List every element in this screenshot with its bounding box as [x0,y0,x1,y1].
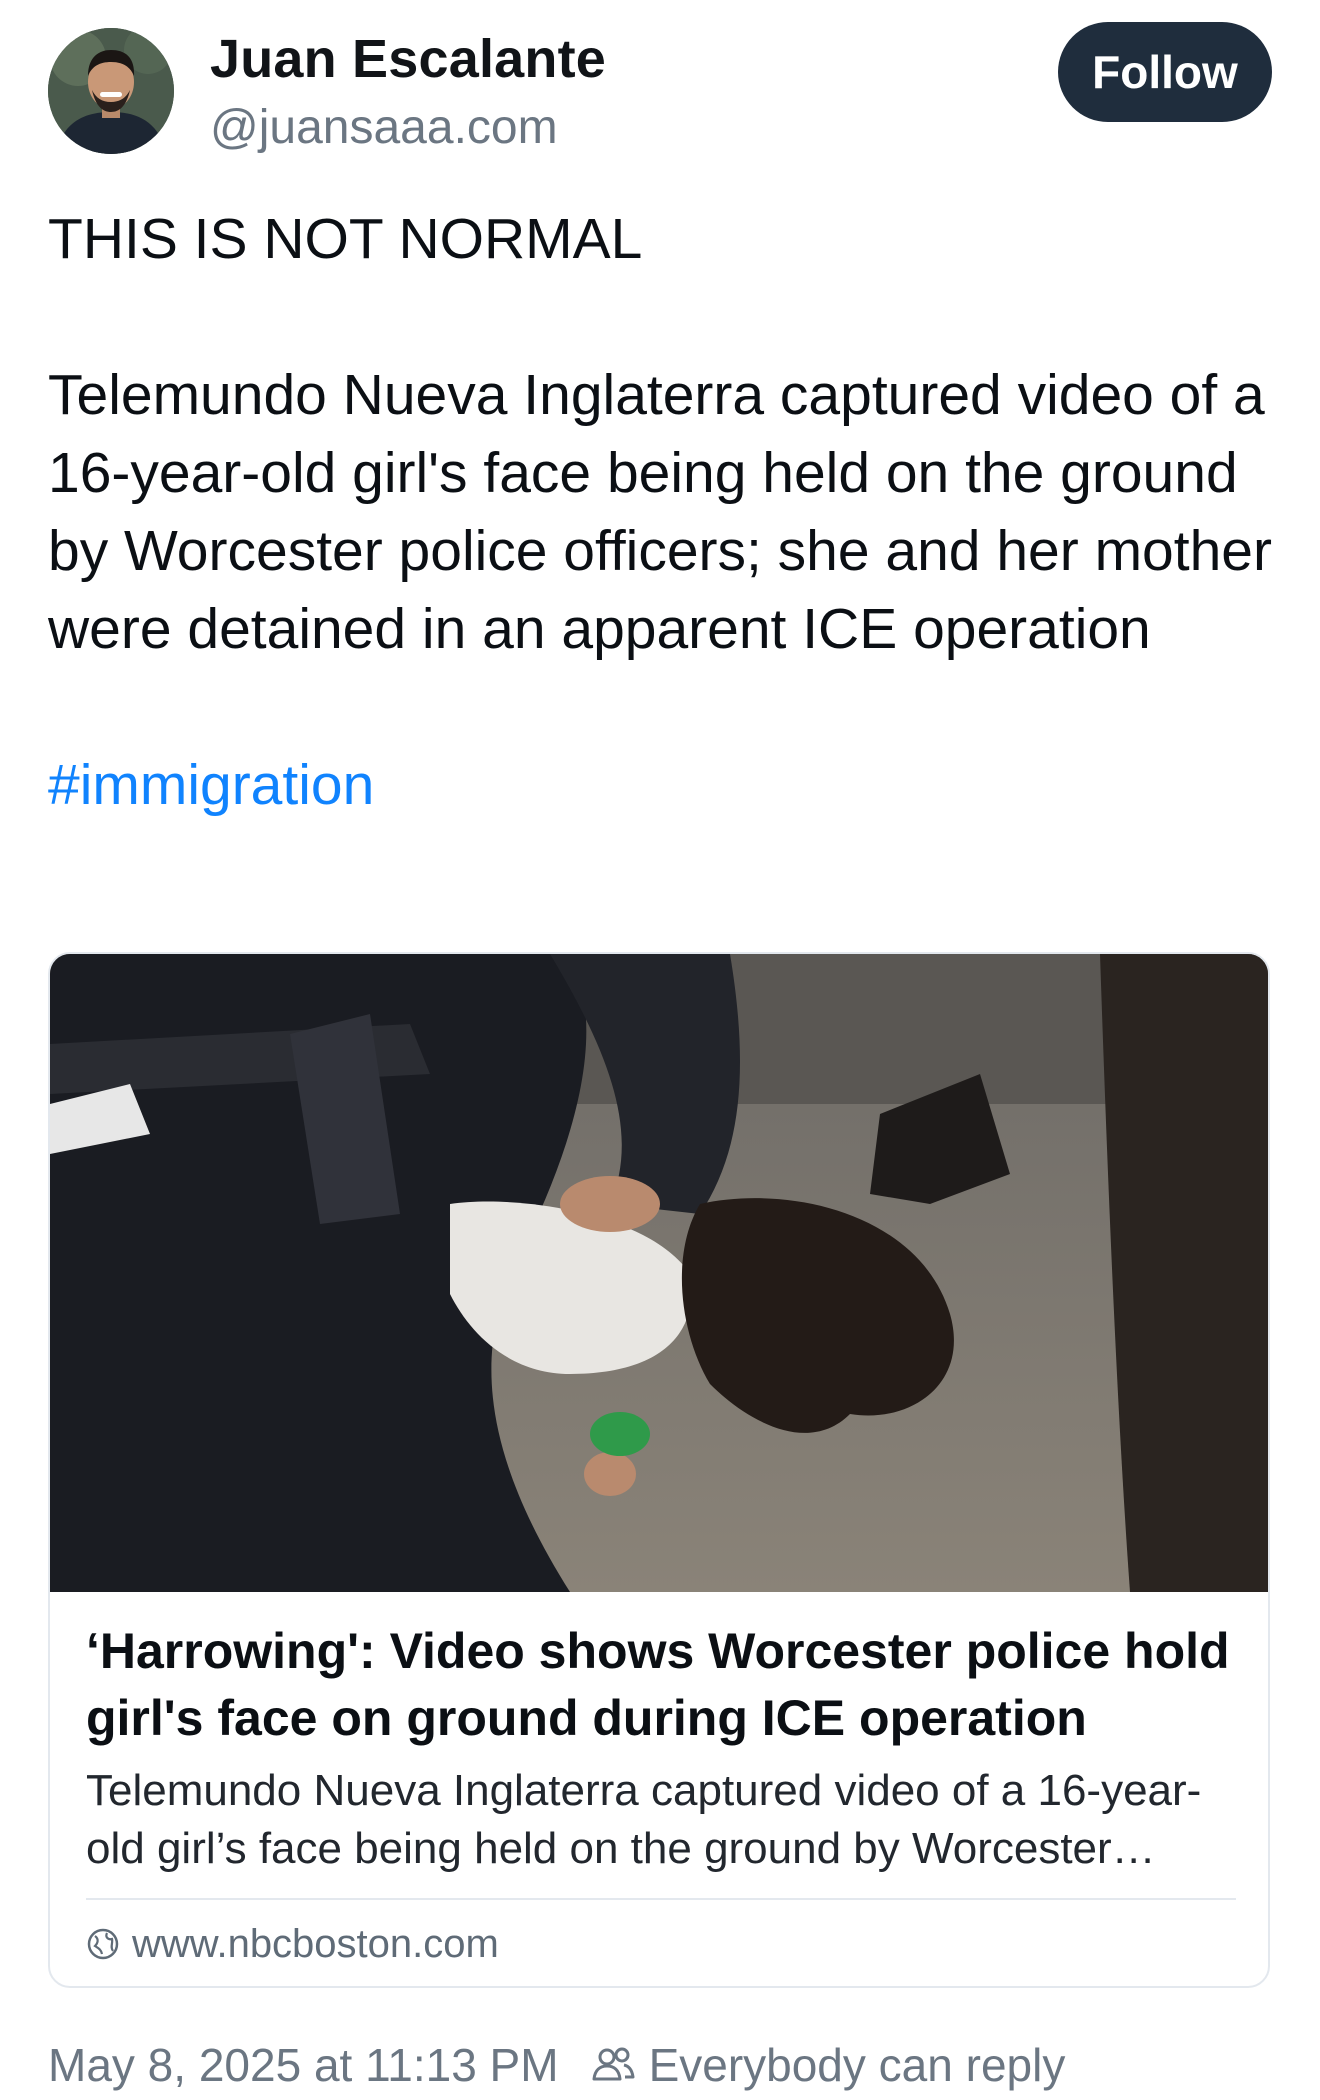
post-body: Telemundo Nueva Inglaterra captured vide… [48,363,1272,661]
card-thumbnail [50,954,1268,1592]
hashtag-link[interactable]: #immigration [48,753,374,817]
display-name[interactable]: Juan Escalante [210,28,606,90]
card-source: www.nbcboston.com [86,1916,499,1972]
avatar[interactable] [48,28,174,154]
avatar-photo [48,28,174,154]
people-icon [592,2047,635,2081]
link-card[interactable]: ‘Harrowing': Video shows Worcester polic… [48,952,1270,1988]
card-title[interactable]: ‘Harrowing': Video shows Worcester polic… [86,1618,1236,1752]
video-still-image [50,954,1268,1592]
post-footer: May 8, 2025 at 11:13 PM Everybody can re… [48,2038,1065,2092]
globe-icon [87,1928,119,1960]
post-view: Juan Escalante @juansaaa.com Follow THIS… [0,0,1320,2100]
post-text: THIS IS NOT NORMAL Telemundo Nueva Ingla… [48,200,1278,824]
handle[interactable]: @juansaaa.com [210,100,558,155]
card-description: Telemundo Nueva Inglaterra captured vide… [86,1766,1202,1873]
follow-button[interactable]: Follow [1058,22,1272,122]
reply-setting[interactable]: Everybody can reply [649,2038,1066,2092]
card-divider [86,1898,1236,1900]
card-domain: www.nbcboston.com [132,1921,499,1966]
post-timestamp[interactable]: May 8, 2025 at 11:13 PM [48,2038,559,2092]
post-headline: THIS IS NOT NORMAL [48,207,643,271]
